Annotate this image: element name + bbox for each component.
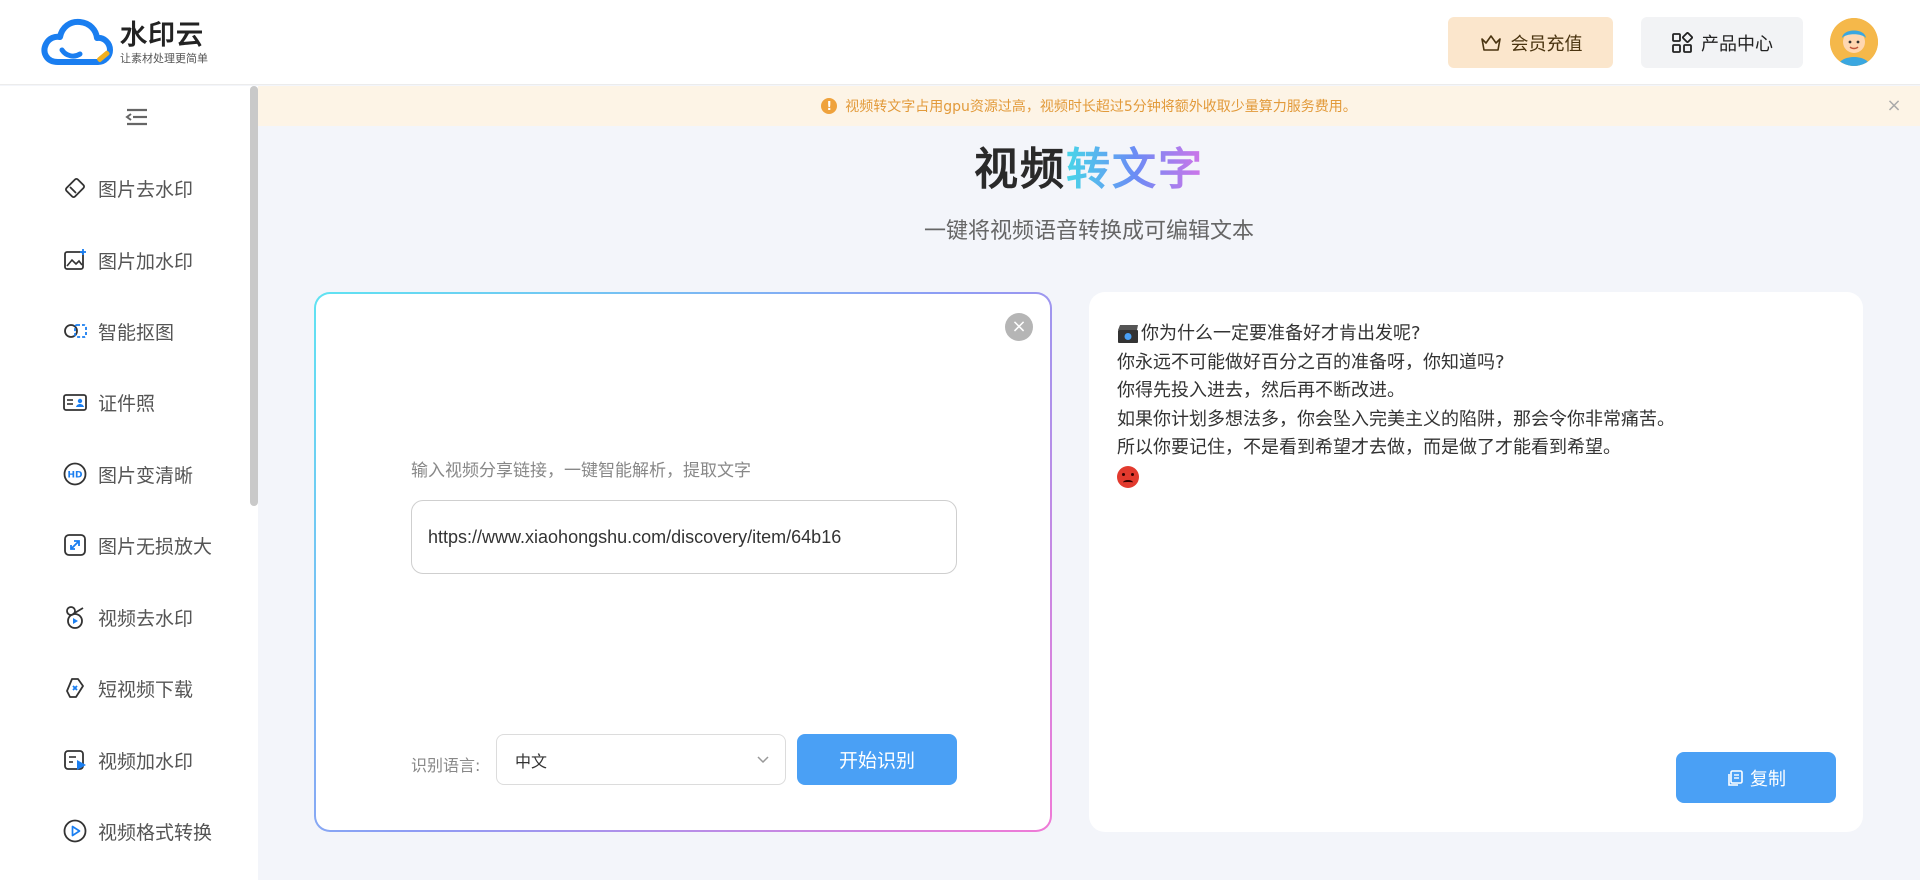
sidebar-item-video-remove-watermark[interactable]: 视频去水印 <box>62 597 237 637</box>
top-header: 水印云 让素材处理更简单 会员充值 产品中心 <box>0 0 1920 85</box>
enlarge-icon <box>64 534 86 556</box>
sidebar-item-image-enhance[interactable]: HD 图片变清晰 <box>62 454 237 494</box>
warning-icon: ! <box>821 98 838 114</box>
copy-icon <box>1728 769 1743 786</box>
sidebar-item-label: 智能抠图 <box>98 321 175 344</box>
clapper-emoji-icon <box>1118 325 1138 343</box>
cutout-icon <box>64 324 87 338</box>
page-title-dark: 视频 <box>974 144 1066 195</box>
user-avatar[interactable] <box>1830 18 1878 66</box>
page-subtitle: 一键将视频语音转换成可编辑文本 <box>923 219 1254 244</box>
page-title-gradient: 转文字 <box>1066 144 1204 195</box>
close-icon[interactable]: × <box>1005 313 1033 341</box>
brand-logo[interactable]: 水印云 让素材处理更简单 <box>40 16 208 70</box>
sidebar-item-image-add-watermark[interactable]: 图片加水印 <box>62 240 237 280</box>
sidebar-item-label: 短视频下载 <box>98 678 194 701</box>
result-panel: 你为什么一定要准备好才肯出发呢? 你永远不可能做好百分之百的准备呀，你知道吗? … <box>1089 292 1863 832</box>
input-panel: × 输入视频分享链接，一键智能解析，提取文字 识别语言: 中文 开始识别 <box>314 292 1052 832</box>
copy-button[interactable]: 复制 <box>1676 752 1836 803</box>
result-line: 你得先投入进去，然后再不断改进。 <box>1117 380 1405 401</box>
sidebar-item-lossless-enlarge[interactable]: 图片无损放大 <box>62 525 237 565</box>
brand-slogan: 让素材处理更简单 <box>120 52 208 65</box>
language-select[interactable]: 中文 <box>496 734 786 785</box>
copy-label: 复制 <box>1750 768 1786 790</box>
avatar-icon <box>1830 18 1878 66</box>
sidebar-item-image-remove-watermark[interactable]: 图片去水印 <box>62 168 237 208</box>
sidebar-item-id-photo[interactable]: 证件照 <box>62 382 237 422</box>
start-recognition-button[interactable]: 开始识别 <box>797 734 957 785</box>
angry-emoji-icon <box>1117 465 1139 488</box>
sidebar-item-short-video-download[interactable]: 短视频下载 <box>62 668 237 708</box>
vip-recharge-label: 会员充值 <box>1510 33 1583 55</box>
crown-icon <box>1480 34 1501 51</box>
vip-recharge-button[interactable]: 会员充值 <box>1448 17 1613 68</box>
result-text[interactable]: 你为什么一定要准备好才肯出发呢? 你永远不可能做好百分之百的准备呀，你知道吗? … <box>1117 320 1675 491</box>
sidebar-item-label: 视频加水印 <box>98 750 194 773</box>
sidebar-scrollbar[interactable] <box>250 86 258 506</box>
sidebar-item-label: 证件照 <box>98 392 156 415</box>
sidebar-item-label: 图片加水印 <box>98 250 194 273</box>
sidebar: 图片去水印 图片加水印 智能抠图 证件照 HD 图片变清晰 图片无损放大 视频去… <box>0 86 258 880</box>
result-line <box>1117 463 1675 492</box>
input-hint: 输入视频分享链接，一键智能解析，提取文字 <box>411 461 751 481</box>
product-center-label: 产品中心 <box>1701 33 1773 55</box>
eraser-icon <box>65 178 85 198</box>
image-add-icon <box>64 249 86 270</box>
menu-collapse-icon[interactable] <box>124 104 150 130</box>
result-line: 如果你计划多想法多，你会坠入完美主义的陷阱，那会令你非常痛苦。 <box>1117 408 1675 430</box>
page-title: 视频转文字 <box>258 142 1920 198</box>
grid-icon <box>1672 31 1693 53</box>
sidebar-item-video-format-convert[interactable]: 视频格式转换 <box>62 811 237 851</box>
sidebar-item-smart-cutout[interactable]: 智能抠图 <box>62 311 237 351</box>
sidebar-item-video-add-watermark[interactable]: 视频加水印 <box>62 740 237 780</box>
video-url-input[interactable] <box>411 500 957 574</box>
sidebar-item-label: 视频格式转换 <box>98 821 213 844</box>
notice-text: 视频转文字占用gpu资源过高，视频时长超过5分钟将额外收取少量算力服务费用。 <box>845 99 1357 115</box>
link-icon <box>66 678 84 698</box>
sidebar-item-label: 视频去水印 <box>98 607 194 630</box>
play-circle-icon <box>63 819 87 843</box>
language-label: 识别语言: <box>411 756 481 775</box>
product-center-button[interactable]: 产品中心 <box>1641 17 1803 68</box>
cloud-logo-icon <box>41 18 113 65</box>
result-line: 你为什么一定要准备好才肯出发呢? <box>1117 320 1675 349</box>
notice-close-icon[interactable]: × <box>1884 96 1904 116</box>
chevron-down-icon <box>757 756 769 764</box>
brand-name: 水印云 <box>120 20 204 51</box>
sidebar-item-label: 图片无损放大 <box>98 535 213 558</box>
result-line: 你永远不可能做好百分之百的准备呀，你知道吗? <box>1117 351 1505 373</box>
result-line: 所以你要记住，不是看到希望才去做，而是做了才能看到希望。 <box>1117 437 1621 458</box>
video-add-icon <box>64 750 86 770</box>
notice-bar: ! 视频转文字占用gpu资源过高，视频时长超过5分钟将额外收取少量算力服务费用。… <box>258 86 1920 126</box>
sidebar-item-label: 图片去水印 <box>98 178 194 201</box>
video-eraser-icon <box>66 606 84 629</box>
hd-icon: HD <box>63 462 87 486</box>
sidebar-item-label: 图片变清晰 <box>98 464 194 487</box>
svg-text:HD: HD <box>67 471 82 481</box>
id-card-icon <box>63 394 87 411</box>
language-select-value: 中文 <box>515 751 548 771</box>
